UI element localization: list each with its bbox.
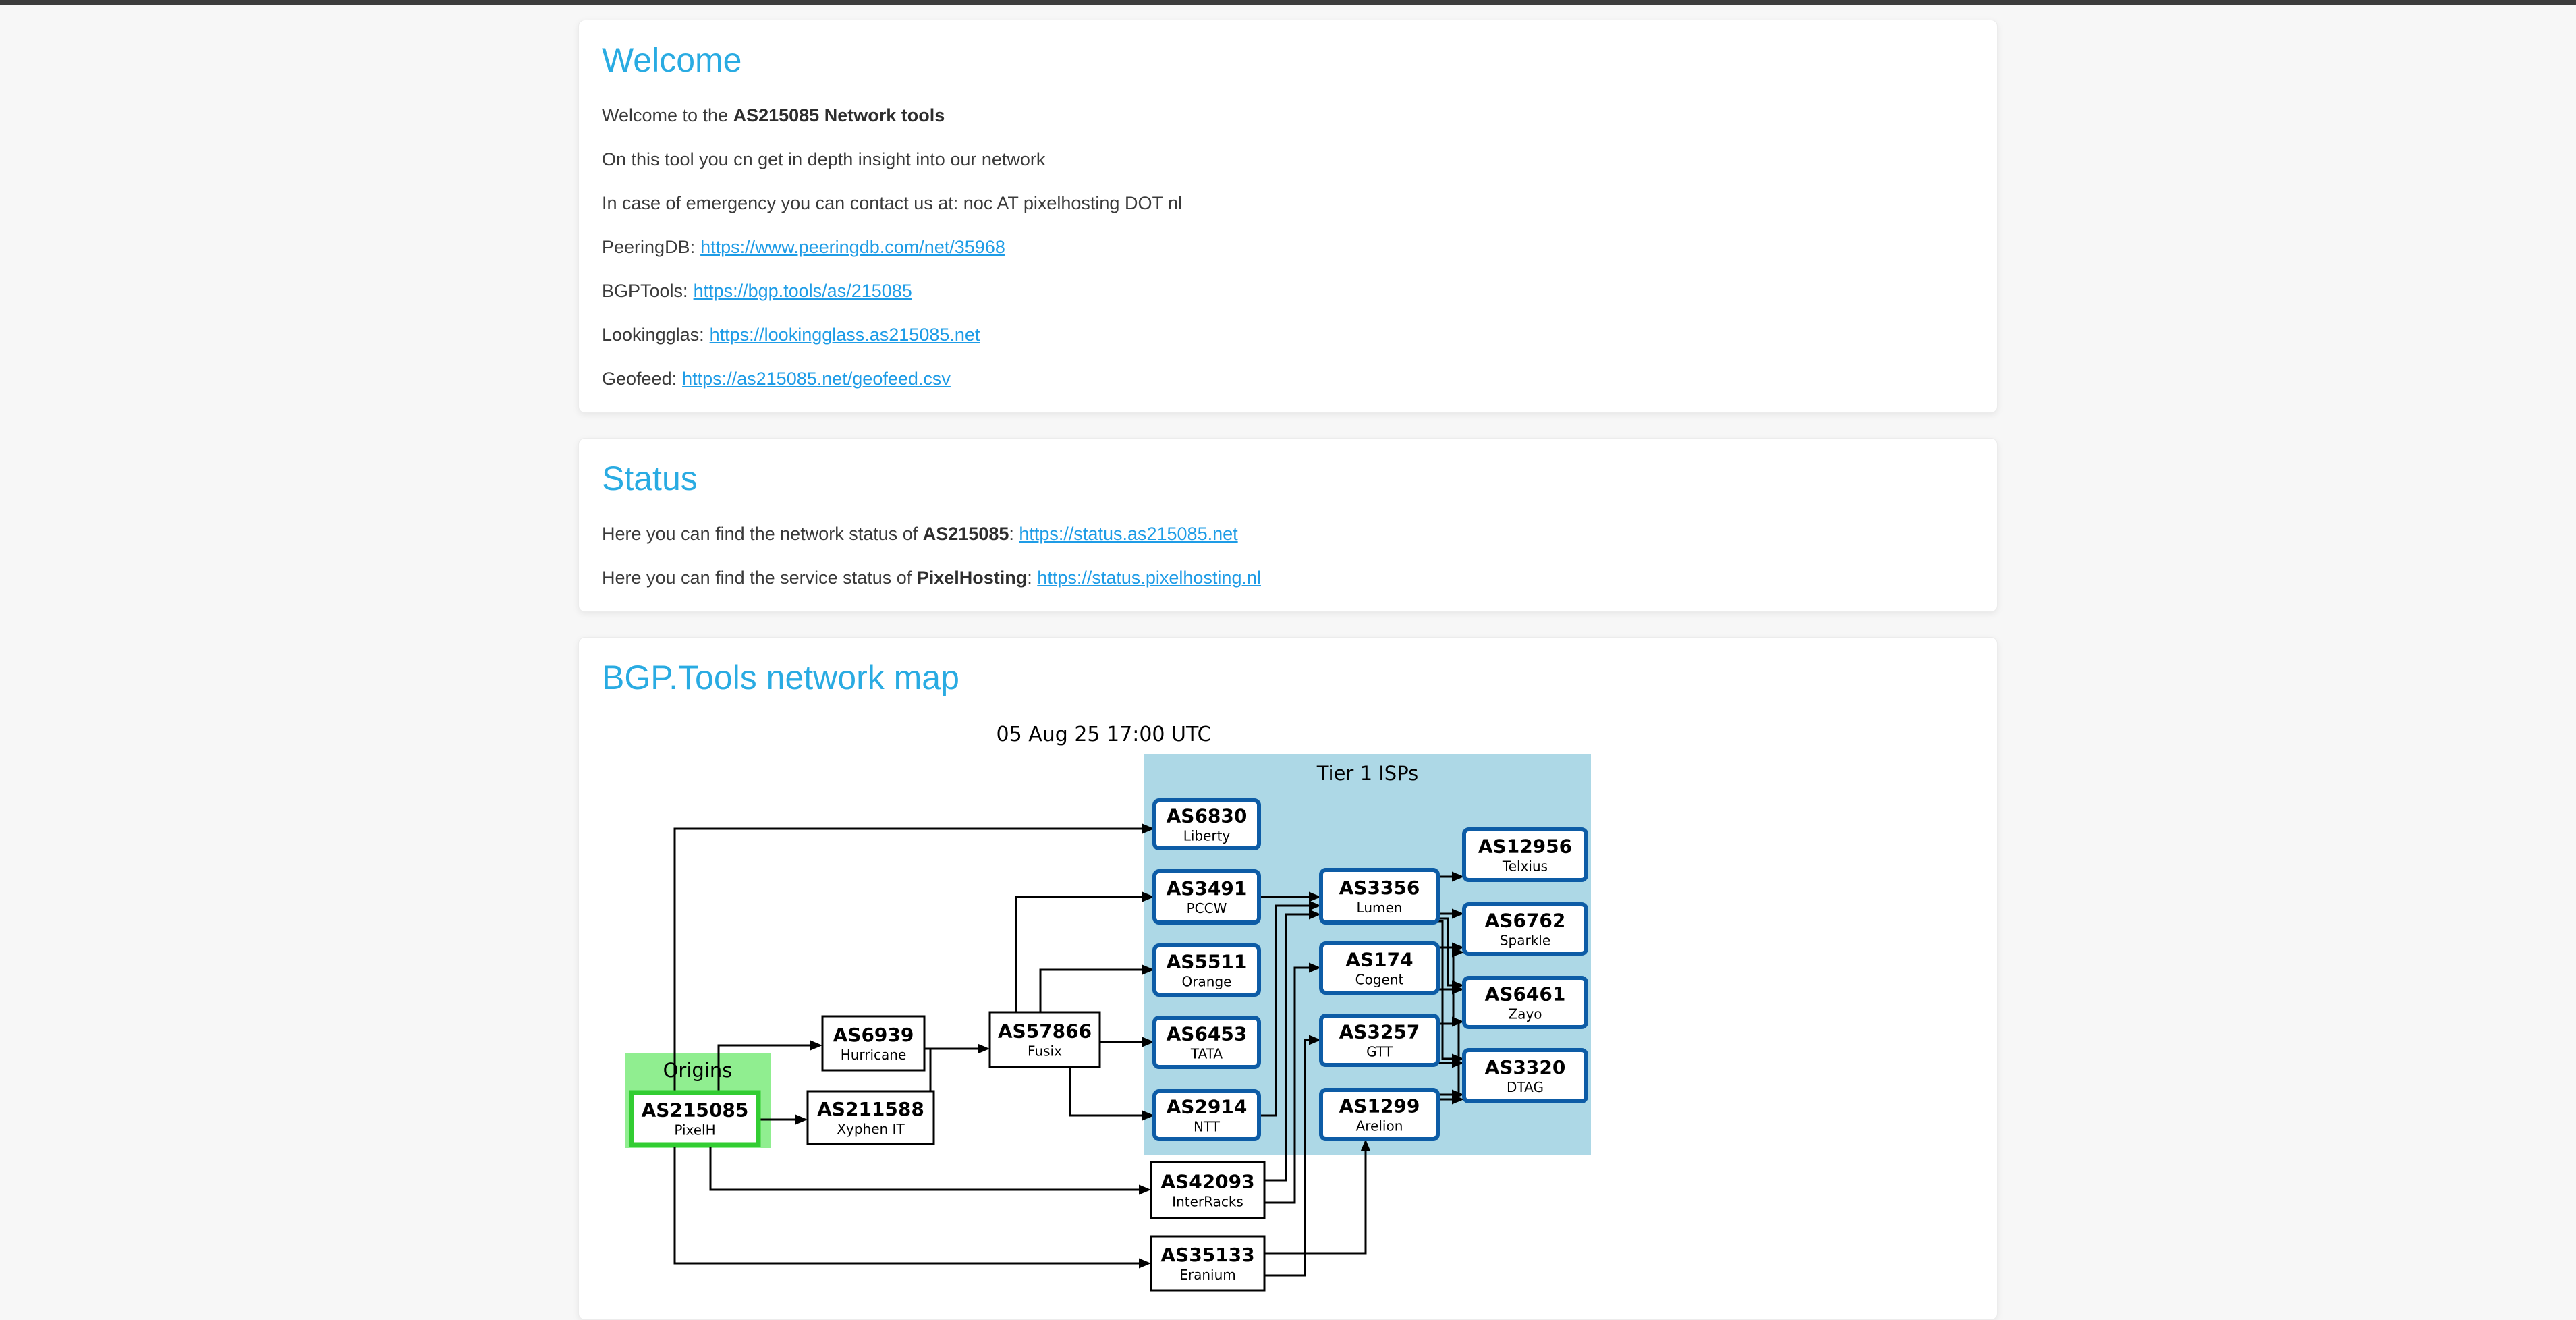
- node-as42093: AS42093InterRacks: [1151, 1162, 1264, 1218]
- map-timestamp: 05 Aug 25 17:00 UTC: [611, 723, 1596, 746]
- status-service-row: Here you can find the service status of …: [602, 568, 1974, 588]
- svg-text:Telxius: Telxius: [1502, 858, 1548, 875]
- svg-text:AS6762: AS6762: [1485, 910, 1566, 932]
- node-as6830: AS6830Liberty: [1154, 800, 1259, 848]
- node-as3320: AS3320DTAG: [1464, 1050, 1586, 1101]
- node-as1299: AS1299Arelion: [1321, 1090, 1438, 1139]
- svg-text:AS6939: AS6939: [833, 1024, 914, 1046]
- geofeed-label: Geofeed:: [602, 368, 677, 389]
- top-bar: [0, 0, 2576, 5]
- peeringdb-label: PeeringDB:: [602, 237, 695, 257]
- status-network-bold: AS215085: [923, 524, 1009, 544]
- svg-text:AS6453: AS6453: [1167, 1023, 1248, 1045]
- svg-text:Cogent: Cogent: [1355, 972, 1404, 988]
- peeringdb-row: PeeringDB:https://www.peeringdb.com/net/…: [602, 237, 1974, 258]
- svg-text:AS6461: AS6461: [1485, 983, 1566, 1006]
- svg-text:GTT: GTT: [1366, 1044, 1393, 1060]
- node-as211588: AS211588Xyphen IT: [808, 1091, 934, 1144]
- node-as57866: AS57866Fusix: [990, 1012, 1100, 1067]
- svg-text:AS35133: AS35133: [1160, 1244, 1254, 1266]
- svg-text:AS2914: AS2914: [1167, 1096, 1248, 1118]
- svg-text:Origins: Origins: [663, 1059, 733, 1082]
- status-network-row: Here you can find the network status of …: [602, 524, 1974, 545]
- node-as6461: AS6461Zayo: [1464, 978, 1586, 1027]
- svg-text:InterRacks: InterRacks: [1172, 1194, 1243, 1210]
- status-network-sep: :: [1009, 524, 1019, 544]
- svg-text:AS3320: AS3320: [1485, 1056, 1566, 1078]
- lookingglass-link[interactable]: https://lookingglass.as215085.net: [710, 325, 980, 345]
- svg-text:Orange: Orange: [1182, 974, 1232, 990]
- svg-text:PixelH: PixelH: [674, 1122, 715, 1138]
- lookingglass-label: Lookingglas:: [602, 325, 704, 345]
- node-as12956: AS12956Telxius: [1464, 829, 1586, 880]
- bgp-map-svg: Tier 1 ISPs Origins AS215085PixelH AS211588…: [611, 752, 1596, 1298]
- welcome-title: Welcome: [602, 40, 1974, 80]
- welcome-intro-bold: AS215085 Network tools: [733, 105, 945, 126]
- bgptools-link[interactable]: https://bgp.tools/as/215085: [694, 281, 912, 301]
- bgptools-label: BGPTools:: [602, 281, 688, 301]
- svg-text:Zayo: Zayo: [1508, 1006, 1542, 1022]
- welcome-intro-prefix: Welcome to the: [602, 105, 733, 126]
- node-as6453: AS6453TATA: [1154, 1018, 1259, 1067]
- svg-text:Tier 1 ISPs: Tier 1 ISPs: [1316, 762, 1419, 785]
- welcome-line-3: In case of emergency you can contact us …: [602, 193, 1974, 214]
- card-welcome: Welcome Welcome to the AS215085 Network …: [578, 20, 1998, 413]
- node-as215085: AS215085PixelH: [632, 1093, 758, 1145]
- node-as2914: AS2914NTT: [1154, 1091, 1259, 1139]
- svg-text:AS1299: AS1299: [1339, 1095, 1420, 1118]
- map-title: BGP.Tools network map: [602, 658, 1974, 697]
- node-as6939: AS6939Hurricane: [822, 1016, 924, 1070]
- svg-text:AS57866: AS57866: [998, 1020, 1092, 1043]
- svg-text:AS3257: AS3257: [1339, 1021, 1420, 1043]
- svg-text:Liberty: Liberty: [1183, 828, 1231, 844]
- node-as5511: AS5511Orange: [1154, 945, 1259, 995]
- node-as35133: AS35133Eranium: [1151, 1236, 1264, 1290]
- node-as3257: AS3257GTT: [1321, 1016, 1438, 1065]
- node-as174: AS174Cogent: [1321, 943, 1438, 993]
- svg-text:Eranium: Eranium: [1179, 1267, 1236, 1283]
- svg-text:AS174: AS174: [1345, 949, 1413, 971]
- svg-text:Fusix: Fusix: [1028, 1043, 1062, 1060]
- svg-text:AS215085: AS215085: [642, 1099, 749, 1122]
- status-service-sep: :: [1027, 568, 1037, 588]
- svg-text:AS42093: AS42093: [1160, 1171, 1254, 1193]
- node-as6762: AS6762Sparkle: [1464, 904, 1586, 954]
- svg-text:DTAG: DTAG: [1507, 1079, 1544, 1095]
- svg-text:TATA: TATA: [1190, 1046, 1223, 1062]
- svg-text:AS211588: AS211588: [817, 1098, 924, 1120]
- welcome-intro: Welcome to the AS215085 Network tools: [602, 105, 1974, 126]
- bgp-network-map: Tier 1 ISPs Origins AS215085PixelH AS211588…: [611, 752, 1596, 1302]
- status-service-prefix: Here you can find the service status of: [602, 568, 917, 588]
- svg-text:AS5511: AS5511: [1167, 951, 1248, 973]
- card-bgp-map: BGP.Tools network map 05 Aug 25 17:00 UT…: [578, 637, 1998, 1320]
- svg-text:Hurricane: Hurricane: [841, 1047, 907, 1063]
- svg-text:Lumen: Lumen: [1357, 900, 1403, 916]
- status-service-bold: PixelHosting: [917, 568, 1028, 588]
- svg-text:Arelion: Arelion: [1356, 1118, 1403, 1134]
- node-as3491: AS3491PCCW: [1154, 871, 1259, 923]
- svg-text:Sparkle: Sparkle: [1500, 933, 1550, 949]
- status-title: Status: [602, 459, 1974, 498]
- svg-text:AS3491: AS3491: [1167, 877, 1248, 900]
- svg-text:NTT: NTT: [1194, 1119, 1221, 1135]
- node-as3356: AS3356Lumen: [1321, 870, 1438, 923]
- bgptools-row: BGPTools: https://bgp.tools/as/215085: [602, 281, 1974, 302]
- geofeed-link[interactable]: https://as215085.net/geofeed.csv: [682, 368, 951, 389]
- status-network-prefix: Here you can find the network status of: [602, 524, 923, 544]
- peeringdb-link[interactable]: https://www.peeringdb.com/net/35968: [700, 237, 1005, 257]
- svg-text:PCCW: PCCW: [1187, 900, 1227, 916]
- status-service-link[interactable]: https://status.pixelhosting.nl: [1037, 568, 1261, 588]
- status-network-link[interactable]: https://status.as215085.net: [1019, 524, 1237, 544]
- geofeed-row: Geofeed:https://as215085.net/geofeed.csv: [602, 368, 1974, 389]
- svg-text:AS6830: AS6830: [1167, 805, 1248, 827]
- lookingglass-row: Lookingglas: https://lookingglass.as21508…: [602, 325, 1974, 346]
- svg-text:AS12956: AS12956: [1478, 835, 1572, 858]
- svg-text:Xyphen IT: Xyphen IT: [837, 1121, 905, 1137]
- card-status: Status Here you can find the network sta…: [578, 438, 1998, 612]
- svg-text:AS3356: AS3356: [1339, 877, 1420, 899]
- welcome-line-2: On this tool you cn get in depth insight…: [602, 149, 1974, 170]
